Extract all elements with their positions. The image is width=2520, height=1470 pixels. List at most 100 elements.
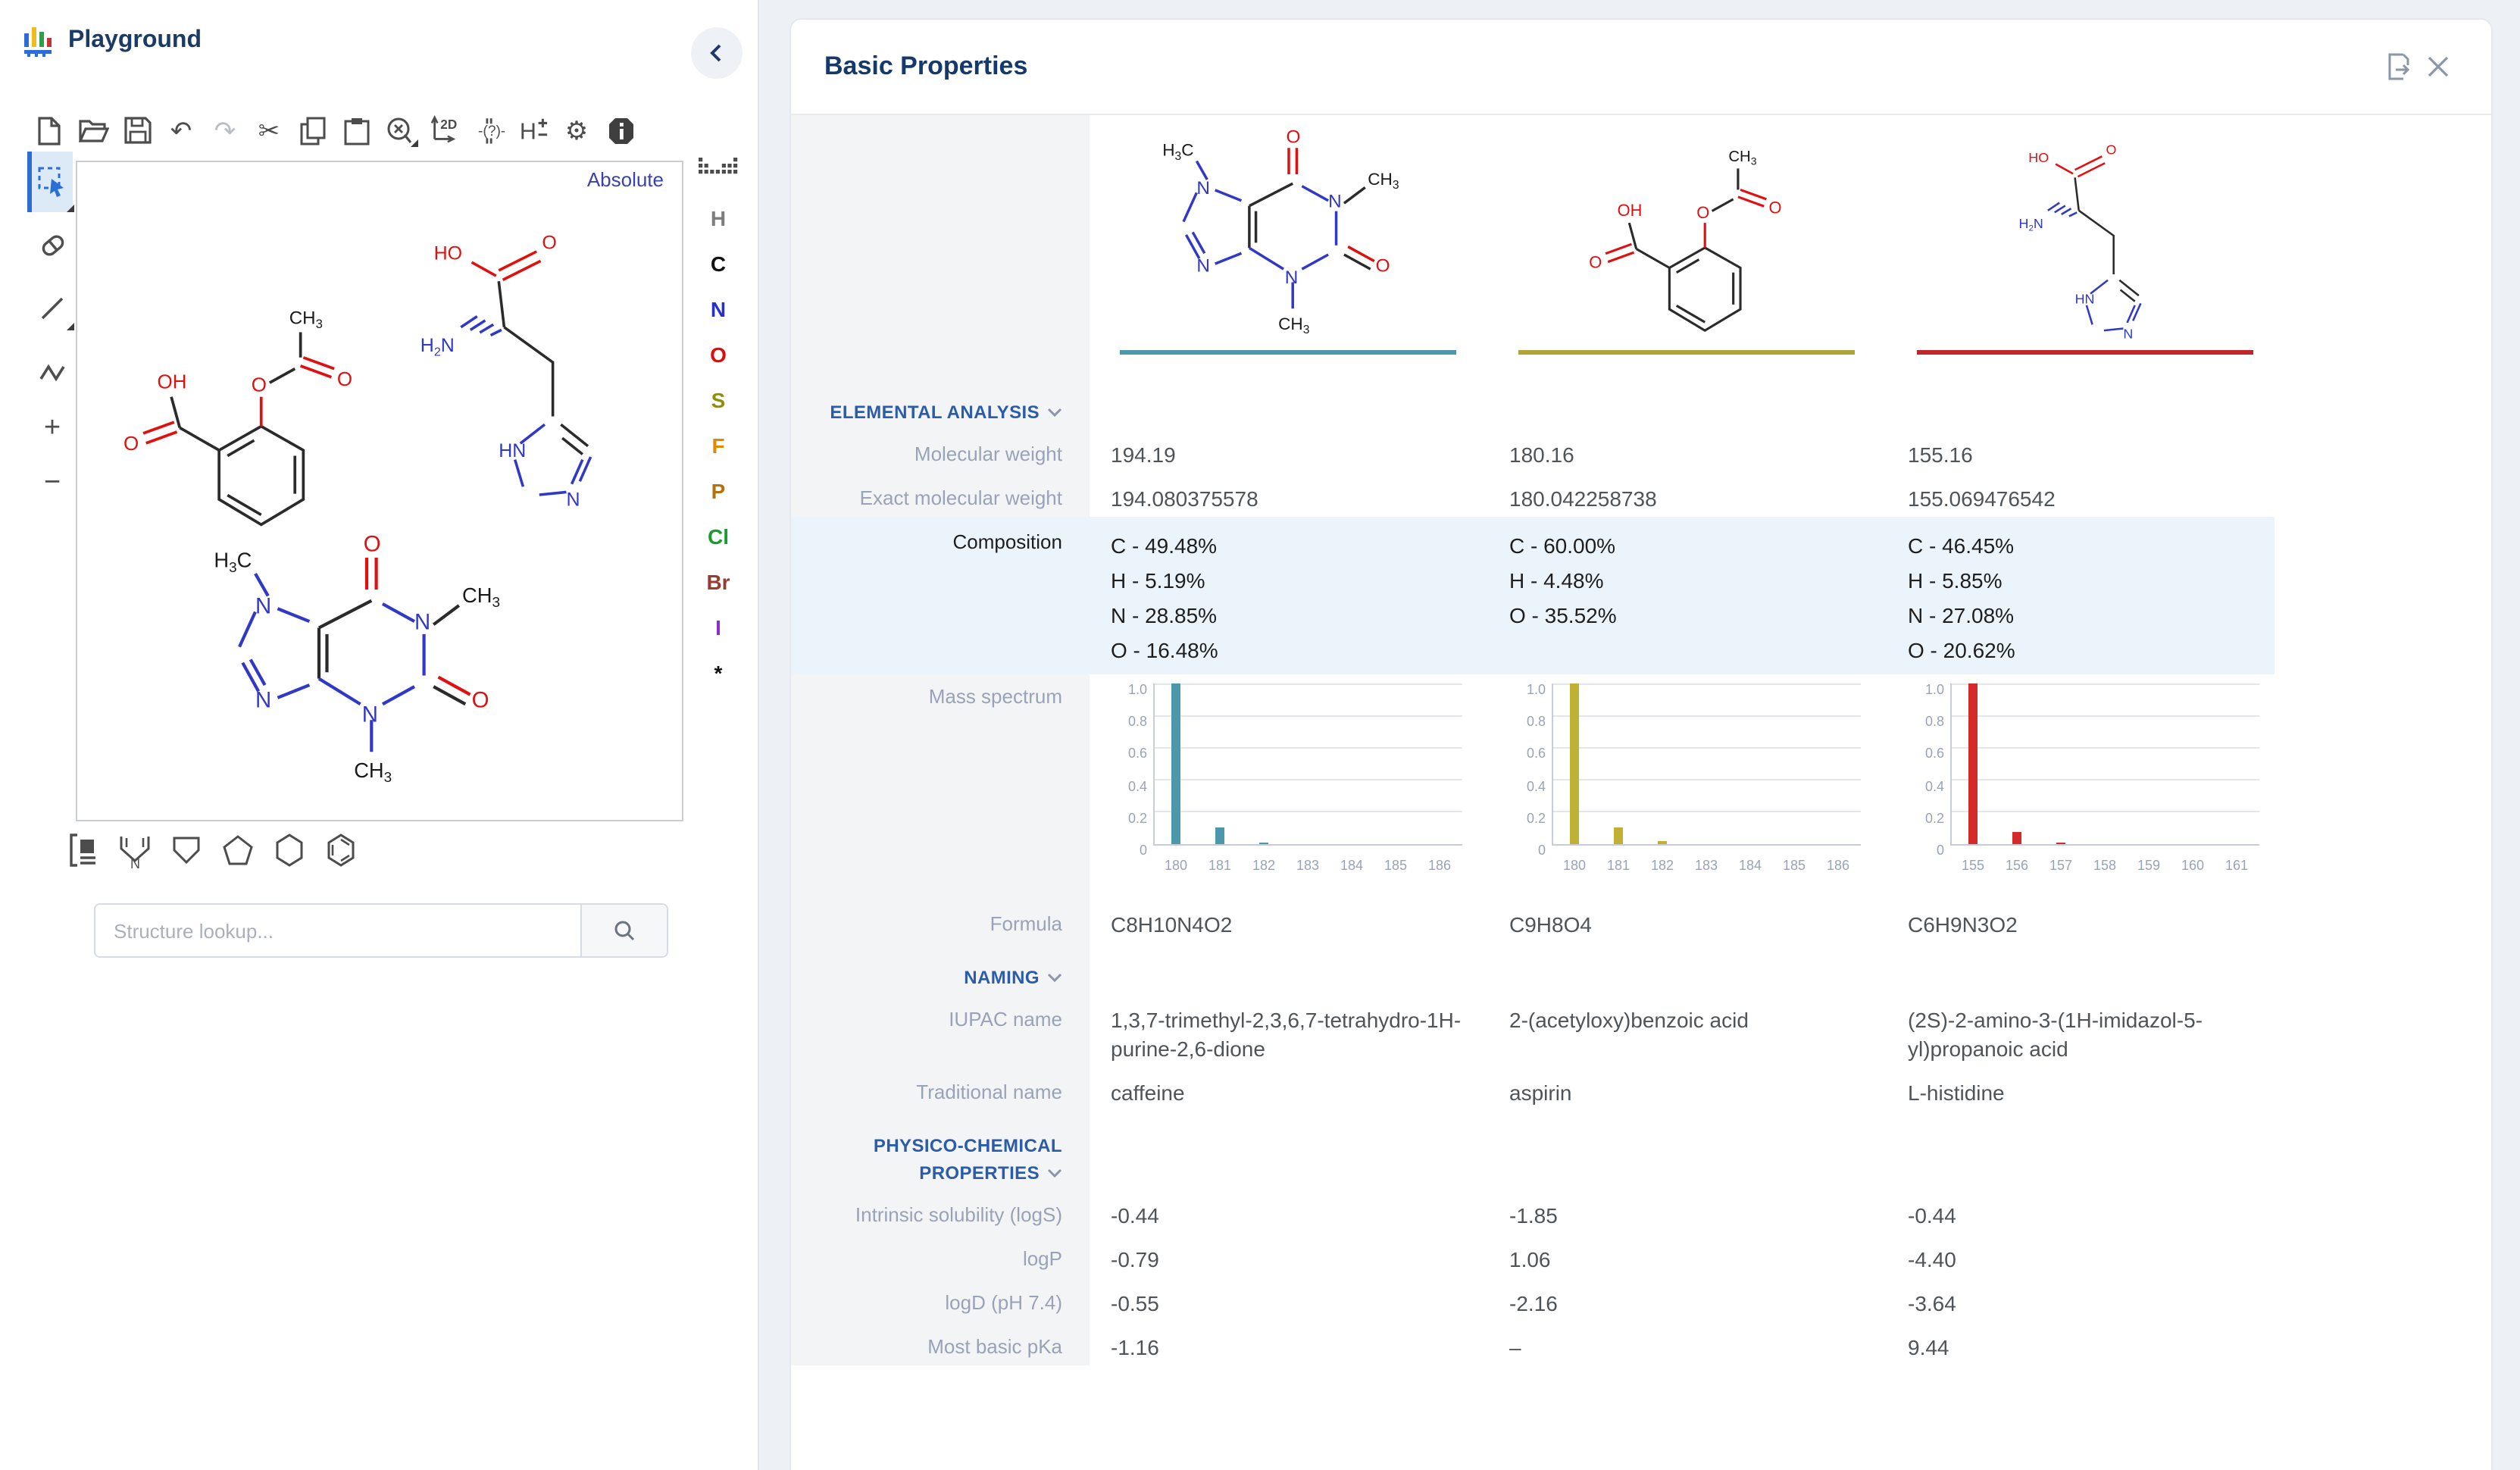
chain-tool[interactable] bbox=[32, 352, 73, 394]
element-button-Br[interactable]: Br bbox=[680, 559, 756, 605]
chart-cell: 00.20.40.60.81.0155156157158159160161 bbox=[1887, 674, 2275, 899]
search-icon bbox=[612, 918, 636, 943]
property-value: C - 60.00%H - 4.48%O - 35.52% bbox=[1488, 517, 1887, 674]
section-header-spacer bbox=[1887, 1111, 2275, 1190]
row-label: Most basic pKa bbox=[791, 1321, 1090, 1365]
structure-underline bbox=[1120, 350, 1456, 355]
pyrrole-ring-icon[interactable]: N bbox=[115, 830, 155, 870]
composition-line: H - 4.48% bbox=[1509, 564, 1887, 599]
composition-line: H - 5.19% bbox=[1111, 564, 1488, 599]
properties-table: ELEMENTAL ANALYSISMolecular weight194.19… bbox=[791, 115, 2491, 1365]
property-value: -3.64 bbox=[1887, 1278, 2275, 1321]
drawing-tools: + − bbox=[32, 152, 74, 506]
composition-line: O - 20.62% bbox=[1908, 633, 2275, 668]
abbreviated-group-icon[interactable] bbox=[64, 830, 103, 870]
element-button-H[interactable]: H bbox=[680, 195, 756, 241]
composition-line: O - 16.48% bbox=[1111, 633, 1488, 668]
composition-line: H - 5.85% bbox=[1908, 564, 2275, 599]
clear-structure-icon[interactable] bbox=[385, 114, 417, 147]
property-value: 180.042258738 bbox=[1488, 473, 1887, 517]
structure-cell-caffeine bbox=[1090, 115, 1488, 377]
cut-icon[interactable]: ✂ bbox=[253, 114, 285, 147]
mass-spectrum-chart: 00.20.40.60.81.0180181182183184185186 bbox=[1117, 683, 1462, 874]
canvas-molecule-caffeine[interactable] bbox=[208, 529, 526, 808]
eraser-tool[interactable] bbox=[32, 224, 73, 267]
row-label: IUPAC name bbox=[791, 994, 1090, 1067]
property-value: C6H9N3O2 bbox=[1887, 899, 2275, 943]
structure-image-histidine bbox=[1994, 127, 2176, 355]
section-header-spacer bbox=[1488, 1111, 1887, 1190]
svg-text:N: N bbox=[130, 856, 140, 868]
cyclopentane-ring-icon[interactable] bbox=[218, 830, 258, 870]
composition-line: C - 60.00% bbox=[1509, 529, 1887, 564]
property-value: caffeine bbox=[1090, 1067, 1488, 1111]
structures-row-label bbox=[791, 115, 1090, 377]
save-icon[interactable] bbox=[121, 114, 153, 147]
section-header-spacer bbox=[1488, 943, 1887, 994]
new-document-icon[interactable] bbox=[33, 114, 65, 147]
composition-line: N - 27.08% bbox=[1908, 599, 2275, 633]
add-remove-hydrogens-icon[interactable]: H bbox=[517, 114, 549, 147]
row-label: Mass spectrum bbox=[791, 674, 1090, 899]
chirality-flag-label: Absolute bbox=[587, 168, 664, 191]
section-header-naming[interactable]: NAMING bbox=[791, 943, 1090, 994]
redo-icon[interactable]: ↷ bbox=[209, 114, 241, 147]
paste-icon[interactable] bbox=[341, 114, 373, 147]
structure-image-caffeine bbox=[1155, 124, 1421, 355]
section-header-physico-chemical-properties[interactable]: PHYSICO-CHEMICAL PROPERTIES bbox=[791, 1111, 1090, 1190]
property-value: 9.44 bbox=[1887, 1321, 2275, 1365]
copy-icon[interactable] bbox=[297, 114, 329, 147]
cyclopentadiene-ring-icon[interactable] bbox=[167, 830, 206, 870]
property-value: 1.06 bbox=[1488, 1234, 1887, 1278]
structure-canvas[interactable]: Absolute bbox=[76, 161, 683, 821]
element-button-P[interactable]: P bbox=[680, 468, 756, 514]
benzene-ring-icon[interactable] bbox=[321, 830, 361, 870]
property-value: 155.069476542 bbox=[1887, 473, 2275, 517]
element-button-O[interactable]: O bbox=[680, 332, 756, 377]
settings-gear-icon[interactable]: ⚙ bbox=[561, 114, 592, 147]
structure-lookup-button[interactable] bbox=[580, 905, 667, 956]
zoom-in-button[interactable]: + bbox=[32, 406, 73, 449]
selection-tool[interactable] bbox=[27, 152, 73, 212]
property-value: aspirin bbox=[1488, 1067, 1887, 1111]
element-button-any[interactable]: * bbox=[680, 650, 756, 696]
structure-cell-aspirin bbox=[1488, 115, 1887, 377]
element-button-C[interactable]: C bbox=[680, 241, 756, 286]
any-bond-icon[interactable]: -(?)- bbox=[473, 114, 505, 147]
zoom-out-button[interactable]: − bbox=[32, 461, 73, 503]
section-header-spacer bbox=[1090, 943, 1488, 994]
property-value: -0.44 bbox=[1887, 1190, 2275, 1234]
panel-header: Basic Properties bbox=[791, 20, 2491, 115]
section-header-spacer bbox=[1488, 377, 1887, 429]
row-label: Intrinsic solubility (logS) bbox=[791, 1190, 1090, 1234]
structure-lookup-input[interactable] bbox=[95, 905, 580, 956]
bond-tool[interactable] bbox=[32, 288, 73, 330]
cyclohexane-ring-icon[interactable] bbox=[270, 830, 309, 870]
row-label: Traditional name bbox=[791, 1067, 1090, 1111]
export-icon[interactable] bbox=[2379, 47, 2418, 86]
element-button-Cl[interactable]: Cl bbox=[680, 514, 756, 559]
undo-icon[interactable]: ↶ bbox=[165, 114, 197, 147]
element-button-I[interactable]: I bbox=[680, 605, 756, 650]
element-button-F[interactable]: F bbox=[680, 423, 756, 468]
property-value: C - 46.45%H - 5.85%N - 27.08%O - 20.62% bbox=[1887, 517, 2275, 674]
structure-lookup bbox=[94, 903, 668, 958]
open-file-icon[interactable] bbox=[77, 114, 109, 147]
clean-2d-icon[interactable]: 2D bbox=[429, 114, 461, 147]
close-icon[interactable] bbox=[2418, 47, 2458, 86]
element-button-N[interactable]: N bbox=[680, 286, 756, 332]
canvas-molecule-histidine[interactable] bbox=[388, 211, 638, 529]
property-value: 1,3,7-trimethyl-2,3,6,7-tetrahydro-1H-pu… bbox=[1090, 994, 1488, 1067]
property-value: -2.16 bbox=[1488, 1278, 1887, 1321]
section-header-elemental-analysis[interactable]: ELEMENTAL ANALYSIS bbox=[791, 377, 1090, 429]
row-label: logP bbox=[791, 1234, 1090, 1278]
canvas-molecule-aspirin[interactable] bbox=[95, 292, 383, 553]
periodic-table-icon[interactable] bbox=[699, 158, 738, 180]
structure-info-icon[interactable] bbox=[605, 114, 636, 147]
element-button-S[interactable]: S bbox=[680, 377, 756, 423]
section-header-spacer bbox=[1090, 1111, 1488, 1190]
row-label: logD (pH 7.4) bbox=[791, 1278, 1090, 1321]
section-header-spacer bbox=[1887, 377, 2275, 429]
collapse-panel-button[interactable] bbox=[691, 27, 743, 79]
app-root: Playground ↶ ↷ ✂ 2D bbox=[0, 0, 2520, 1470]
